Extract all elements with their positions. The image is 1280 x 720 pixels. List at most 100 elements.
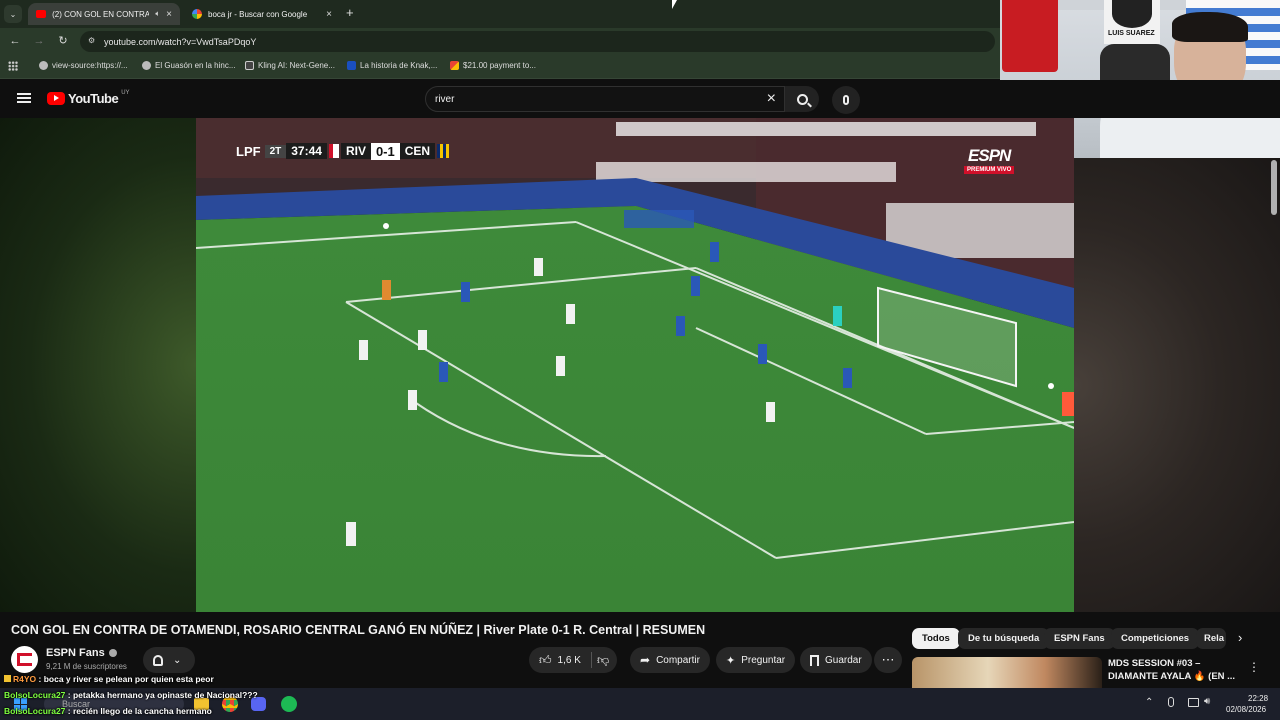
tab-title: boca jr - Buscar con Google — [208, 9, 308, 19]
apps-grid-icon[interactable] — [8, 61, 18, 71]
bookmark-item[interactable]: Kling AI: Next-Gene... — [245, 61, 335, 70]
microphone-tray-icon[interactable] — [1168, 697, 1174, 707]
tray-chevron-icon[interactable]: ⌃ — [1145, 697, 1153, 708]
search-button[interactable] — [785, 86, 819, 112]
chat-badge-icon — [4, 675, 11, 682]
mouse-cursor-icon — [672, 0, 677, 9]
chat-username: BolsoLocura27 — [4, 706, 66, 716]
bookmark-item[interactable]: view-source:https://... — [39, 61, 128, 70]
bookmark-icon — [810, 654, 819, 666]
spotify-icon[interactable] — [281, 696, 297, 712]
chat-message: BolsoLocura27 : petakka hermano ya opina… — [4, 690, 258, 700]
network-icon[interactable] — [1188, 698, 1199, 707]
chip-espn-fans[interactable]: ESPN Fans — [1044, 628, 1115, 649]
new-tab-button[interactable]: + — [346, 5, 354, 20]
channel-avatar[interactable] — [11, 646, 38, 673]
scorebug: LPF 2T 37:44 RIV 0-1 CEN — [236, 142, 450, 160]
tab-list-button[interactable]: ⌄ — [4, 5, 22, 23]
chat-text: boca y river se pelean por quien esta pe… — [43, 674, 214, 684]
bookmark-item[interactable]: El Guasón en la hinc... — [142, 61, 236, 70]
thumbs-down-icon[interactable]: 👎︎ — [597, 653, 609, 668]
red-jersey — [1002, 0, 1058, 72]
youtube-logo-text: YouTube — [68, 91, 119, 106]
more-vertical-icon[interactable]: ⋮ — [1248, 660, 1260, 674]
speaker-icon: 🔈︎ — [155, 9, 161, 18]
bookmark-item[interactable]: $21.00 payment to... — [450, 61, 536, 70]
bookmark-item[interactable]: La historia de Knak,... — [347, 61, 437, 70]
central-crest-icon — [437, 144, 450, 158]
recommended-title-line2[interactable]: DIAMANTE AYALA 🔥 (EN ... — [1108, 671, 1235, 682]
like-count: 1,6 K — [557, 654, 581, 666]
chat-message: BolsoLocura27 : recién llego de la canch… — [4, 706, 212, 716]
tab-title: (2) CON GOL EN CONTRA D — [52, 9, 150, 19]
ambient-right — [1074, 158, 1280, 612]
away-team: CEN — [399, 143, 436, 159]
search-icon — [796, 93, 812, 107]
globe-icon — [39, 61, 48, 70]
back-arrow-icon[interactable]: ← — [3, 35, 27, 47]
google-icon — [192, 9, 202, 19]
chip-de-tu-busqueda[interactable]: De tu búsqueda — [958, 628, 1050, 649]
like-button[interactable]: 👍︎ 1,6 K 👎︎ — [529, 647, 617, 673]
subscriber-count: 9,21 M de suscriptores — [46, 662, 127, 671]
channel-name[interactable]: ESPN Fans — [46, 647, 117, 659]
broadcaster-logo: ESPN PREMIUM VIVO — [964, 146, 1015, 174]
broadcaster-tag: PREMIUM VIVO — [964, 166, 1015, 174]
chevron-right-icon[interactable]: › — [1238, 630, 1242, 645]
video-title: CON GOL EN CONTRA DE OTAMENDI, ROSARIO C… — [11, 623, 706, 637]
more-actions-button[interactable]: ⋯ — [874, 647, 902, 673]
chip-competiciones[interactable]: Competiciones — [1111, 628, 1200, 649]
bell-icon — [153, 654, 163, 666]
chip-related[interactable]: Rela — [1196, 628, 1226, 649]
home-team: RIV — [340, 143, 371, 159]
ambient-left — [0, 118, 196, 612]
recommended-title-line1[interactable]: MDS SESSION #03 – — [1108, 658, 1200, 669]
clear-search-icon[interactable]: × — [767, 90, 776, 108]
person-hair — [1172, 12, 1248, 42]
close-tab-icon[interactable]: × — [326, 9, 332, 20]
share-button[interactable]: ➦ Compartir — [630, 647, 710, 673]
search-input[interactable]: river × — [425, 86, 785, 112]
verified-icon — [108, 649, 117, 657]
menu-icon[interactable] — [17, 93, 31, 103]
kling-icon — [245, 61, 254, 70]
youtube-header-right — [1000, 80, 1280, 118]
tab-google[interactable]: boca jr - Buscar con Google × — [184, 3, 340, 25]
clock-time[interactable]: 22:28 — [1248, 694, 1268, 703]
browser-toolbar: ← → ↻ ⚙ youtube.com/watch?v=VwdTsaPDqoY — [0, 28, 1000, 55]
url-text: youtube.com/watch?v=VwdTsaPDqoY — [104, 36, 257, 47]
youtube-logo[interactable]: YouTube UY — [47, 89, 130, 106]
bookmarks-bar: view-source:https://... El Guasón en la … — [0, 55, 1000, 79]
video-player[interactable]: LPF 2T 37:44 RIV 0-1 CEN ESPN PREMIUM VI… — [196, 118, 1074, 612]
microphone-icon — [843, 95, 849, 105]
chip-todos[interactable]: Todos — [912, 628, 960, 649]
chat-username: R4YO — [13, 674, 37, 684]
clock-date[interactable]: 02/08/2026 — [1226, 705, 1266, 714]
tab-youtube[interactable]: (2) CON GOL EN CONTRA D 🔈︎ × — [28, 3, 180, 25]
close-tab-icon[interactable]: × — [166, 9, 172, 20]
sparkle-icon: ✦ — [726, 654, 736, 667]
forward-arrow-icon[interactable]: → — [27, 35, 51, 47]
browser-tab-bar: ⌄ (2) CON GOL EN CONTRA D 🔈︎ × boca jr -… — [0, 0, 1000, 28]
score: 0-1 — [370, 142, 400, 160]
page-scrollbar[interactable] — [1271, 160, 1277, 215]
save-button[interactable]: Guardar — [800, 647, 872, 673]
site-info-icon[interactable]: ⚙ — [88, 36, 95, 45]
ask-button[interactable]: ✦ Preguntar — [716, 647, 796, 673]
address-bar[interactable]: ⚙ youtube.com/watch?v=VwdTsaPDqoY — [80, 31, 995, 52]
notifications-button[interactable]: ⌄ — [143, 647, 195, 673]
region-code: UY — [121, 89, 130, 96]
youtube-play-icon — [47, 92, 65, 105]
period-label: 2T — [264, 144, 287, 158]
blog-icon — [347, 61, 356, 70]
volume-icon[interactable]: 🔊︎ — [1204, 696, 1210, 707]
voice-search-button[interactable] — [832, 86, 860, 114]
more-horizontal-icon: ⋯ — [881, 652, 895, 667]
chevron-down-icon: ⌄ — [173, 654, 182, 666]
search-value: river — [435, 93, 455, 105]
reload-icon[interactable]: ↻ — [51, 34, 75, 47]
jersey-text: LUIS SUAREZ — [1108, 30, 1155, 37]
chat-text: petakka hermano ya opinaste de Nacional?… — [72, 690, 258, 700]
espn-e-icon — [17, 653, 32, 666]
recommended-thumbnail[interactable] — [912, 657, 1102, 688]
